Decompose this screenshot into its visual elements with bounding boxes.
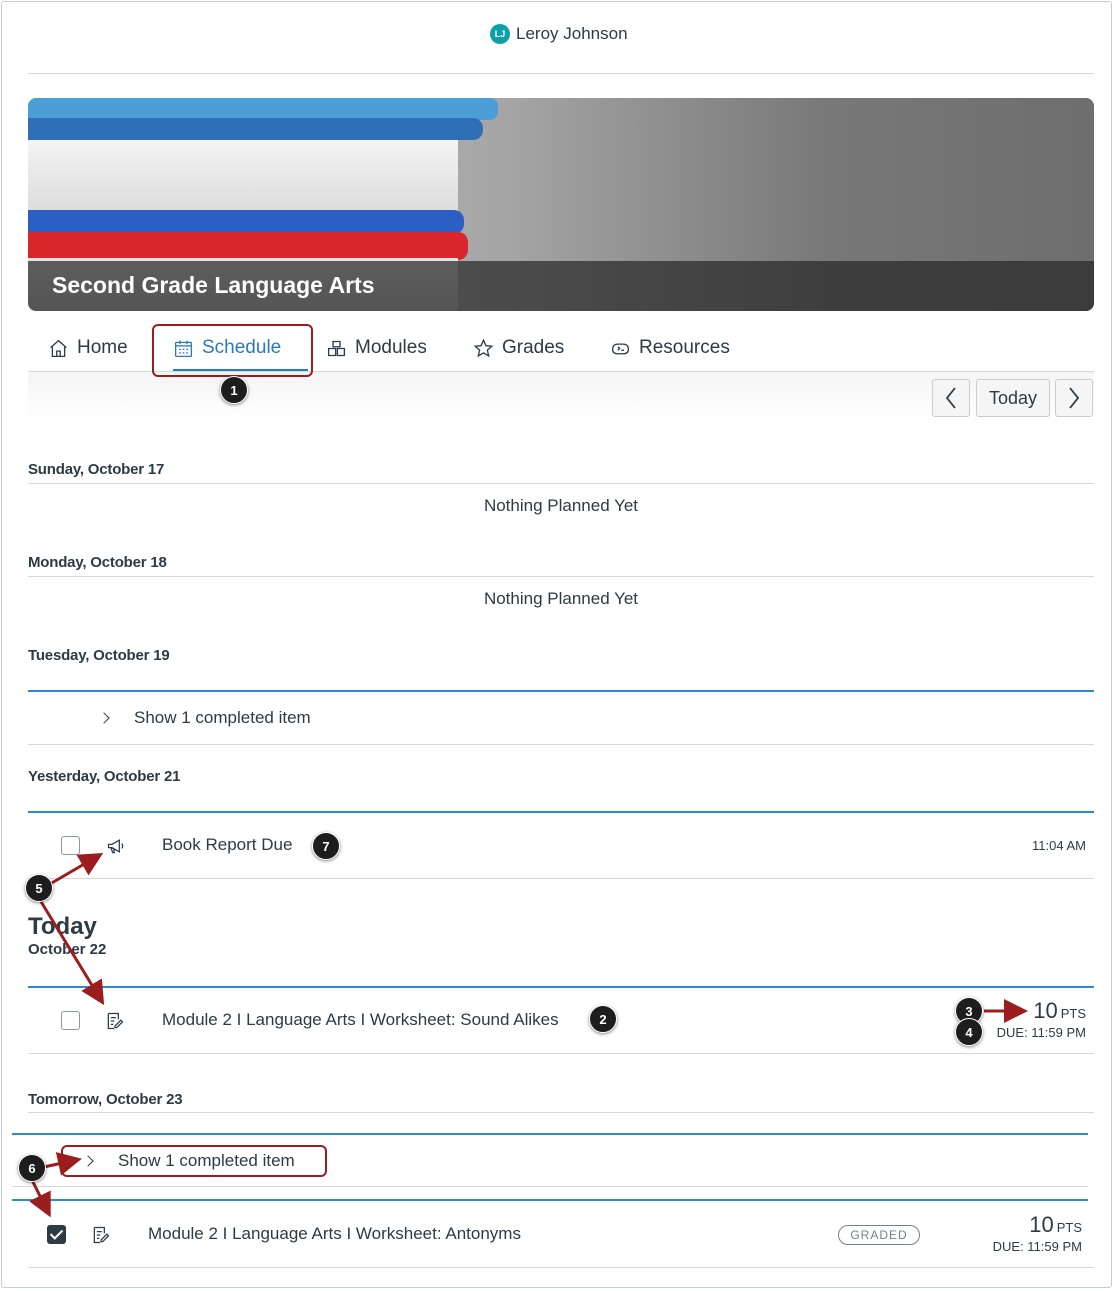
- day-divider: [28, 690, 1094, 692]
- callout-number: 4: [955, 1018, 983, 1046]
- day-divider: [28, 986, 1094, 988]
- day-divider: [12, 1199, 1088, 1201]
- item-points: 10 PTS: [986, 1212, 1082, 1238]
- divider: [28, 1112, 1094, 1113]
- callout-number: 7: [312, 832, 340, 860]
- show-completed-label: Show 1 completed item: [134, 708, 311, 727]
- day-heading: Sunday, October 17: [28, 461, 165, 478]
- tab-label: Grades: [502, 337, 565, 358]
- resources-icon: [611, 342, 630, 354]
- tab-resources[interactable]: Resources: [610, 325, 730, 371]
- day-heading: Tuesday, October 19: [28, 647, 170, 664]
- user-menu[interactable]: LJ Leroy Johnson: [490, 24, 628, 44]
- course-banner: Second Grade Language Arts: [28, 98, 1094, 311]
- day-heading: Tomorrow, October 23: [28, 1091, 183, 1108]
- modules-icon: [327, 340, 346, 356]
- tab-modules[interactable]: Modules: [326, 325, 427, 371]
- chevron-right-icon: [98, 712, 110, 724]
- item-points: 10 PTS: [990, 998, 1086, 1024]
- callout-number: 1: [220, 376, 248, 404]
- tab-label: Modules: [355, 337, 427, 358]
- callout-number: 6: [18, 1154, 46, 1182]
- banner-book: [28, 210, 464, 234]
- tab-home[interactable]: Home: [48, 325, 128, 371]
- avatar: LJ: [490, 24, 510, 44]
- user-name: Leroy Johnson: [516, 24, 628, 43]
- divider: [12, 1186, 1088, 1187]
- divider: [28, 744, 1094, 745]
- home-icon: [50, 339, 67, 357]
- chevron-left-icon: [945, 387, 956, 409]
- day-divider: [12, 1133, 1088, 1135]
- star-icon: [473, 338, 494, 357]
- callout-highlight-show-completed: [61, 1145, 327, 1177]
- graded-badge: GRADED: [838, 1225, 920, 1245]
- banner-book: [28, 98, 498, 120]
- tab-label: Resources: [639, 337, 730, 358]
- nothing-planned: Nothing Planned Yet: [483, 589, 639, 608]
- tab-label: Home: [77, 337, 128, 358]
- planner-item-title[interactable]: Book Report Due: [162, 835, 292, 855]
- assignment-icon: [93, 1226, 110, 1244]
- callout-highlight-schedule: [152, 324, 313, 377]
- course-title: Second Grade Language Arts: [52, 272, 375, 298]
- divider: [28, 576, 1094, 577]
- previous-week-button[interactable]: [932, 379, 970, 417]
- show-completed-button[interactable]: Show 1 completed item: [98, 708, 311, 728]
- day-divider: [28, 811, 1094, 813]
- banner-book: [28, 118, 483, 140]
- completion-checkbox-checked[interactable]: [47, 1225, 66, 1244]
- points-unit: PTS: [1056, 1220, 1082, 1235]
- item-due: DUE: 11:59 PM: [992, 1239, 1082, 1254]
- tab-grades[interactable]: Grades: [473, 325, 564, 371]
- completion-checkbox[interactable]: [61, 836, 80, 855]
- callout-number: 5: [25, 874, 53, 902]
- planner-item-title[interactable]: Module 2 I Language Arts I Worksheet: So…: [162, 1010, 559, 1030]
- next-week-button[interactable]: [1055, 379, 1093, 417]
- today-date: October 22: [28, 941, 107, 958]
- today-button[interactable]: Today: [976, 379, 1050, 417]
- banner-book: [28, 232, 468, 260]
- item-time: 11:04 AM: [1032, 838, 1086, 853]
- completion-checkbox[interactable]: [61, 1011, 80, 1030]
- divider: [28, 878, 1094, 879]
- divider: [28, 73, 1094, 74]
- chevron-right-icon: [1069, 387, 1080, 409]
- points-value: 10: [1033, 998, 1058, 1023]
- day-heading: Monday, October 18: [28, 554, 167, 571]
- points-unit: PTS: [1060, 1006, 1086, 1021]
- points-value: 10: [1029, 1212, 1054, 1237]
- day-heading: Yesterday, October 21: [28, 768, 181, 785]
- banner-book: [28, 140, 458, 212]
- today-heading: Today: [28, 913, 97, 940]
- assignment-icon: [107, 1012, 124, 1030]
- divider: [28, 1267, 1094, 1268]
- callout-number: 2: [589, 1005, 617, 1033]
- divider: [28, 1053, 1094, 1054]
- planner-item-title[interactable]: Module 2 I Language Arts I Worksheet: An…: [148, 1224, 521, 1244]
- announcement-icon: [107, 839, 124, 854]
- divider: [28, 483, 1094, 484]
- nothing-planned: Nothing Planned Yet: [483, 496, 639, 515]
